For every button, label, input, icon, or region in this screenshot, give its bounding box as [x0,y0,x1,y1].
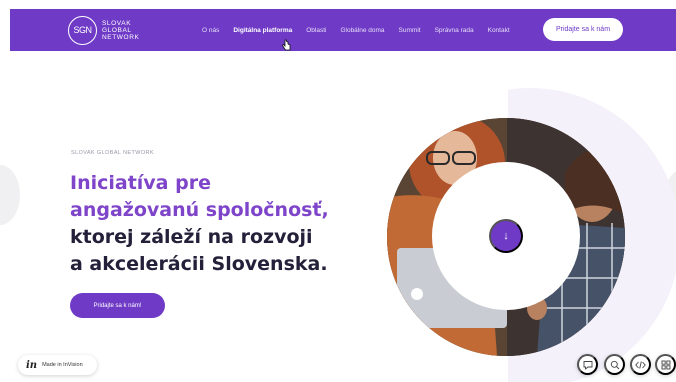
nav-item-globalne-doma[interactable]: Globálne doma [340,27,384,34]
made-in-invision-badge[interactable]: in Made in InVision [18,355,97,375]
nav-item-kontakt[interactable]: Kontakt [488,27,510,34]
hero-headline: Iniciatíva pre angažovanú spoločnosť, kt… [70,170,370,278]
logo-line: NETWORK [102,33,140,41]
logo-wordmark: SLOVAK GLOBAL NETWORK [102,20,139,41]
search-icon [610,360,619,369]
comment-button[interactable] [577,354,598,375]
hero-eyebrow: SLOVAK GLOBAL NETWORK [71,150,154,156]
screens-grid-button[interactable] [655,354,676,375]
nav-item-digitalna-platforma[interactable]: Digitálna platforma [233,27,292,34]
nav-item-spravna-rada[interactable]: Správna rada [435,27,474,34]
headline-line: ktorej záleží na rozvoji [70,226,313,248]
main-menu: O nás Digitálna platforma Oblasti Globál… [202,9,524,51]
carousel-prev-edge[interactable] [0,165,20,225]
code-icon [635,360,646,369]
comment-icon [583,360,592,370]
grid-icon [661,360,670,369]
nav-item-oblasti[interactable]: Oblasti [306,27,326,34]
invision-logo-icon: in [26,359,38,371]
hero-join-button[interactable]: Pridajte sa k nám! [70,293,165,318]
join-us-button[interactable]: Pridajte sa k nám [543,18,623,41]
code-button[interactable] [630,354,651,375]
logo-line: GLOBAL [102,26,132,34]
sgn-logo[interactable]: SGN SLOVAK GLOBAL NETWORK [68,15,139,45]
logo-mark: SGN [68,15,97,45]
headline-line: angažovanú spoločnosť, [70,199,329,221]
logo-line: SLOVAK [102,19,132,27]
top-nav-bar: SGN SLOVAK GLOBAL NETWORK O nás Digitáln… [10,9,676,51]
arrow-down-icon: ↓ [503,230,509,242]
headline-line: a akcelerácii Slovenska. [70,253,328,275]
nav-item-o-nas[interactable]: O nás [202,27,219,34]
headline-line: Iniciatíva pre [70,172,211,194]
nav-item-summit[interactable]: Summit [399,27,421,34]
hand-cursor-icon [282,39,291,51]
invision-badge-label: Made in InVision [42,362,83,368]
inspect-button[interactable] [604,354,625,375]
scroll-down-button[interactable]: ↓ [489,219,523,253]
